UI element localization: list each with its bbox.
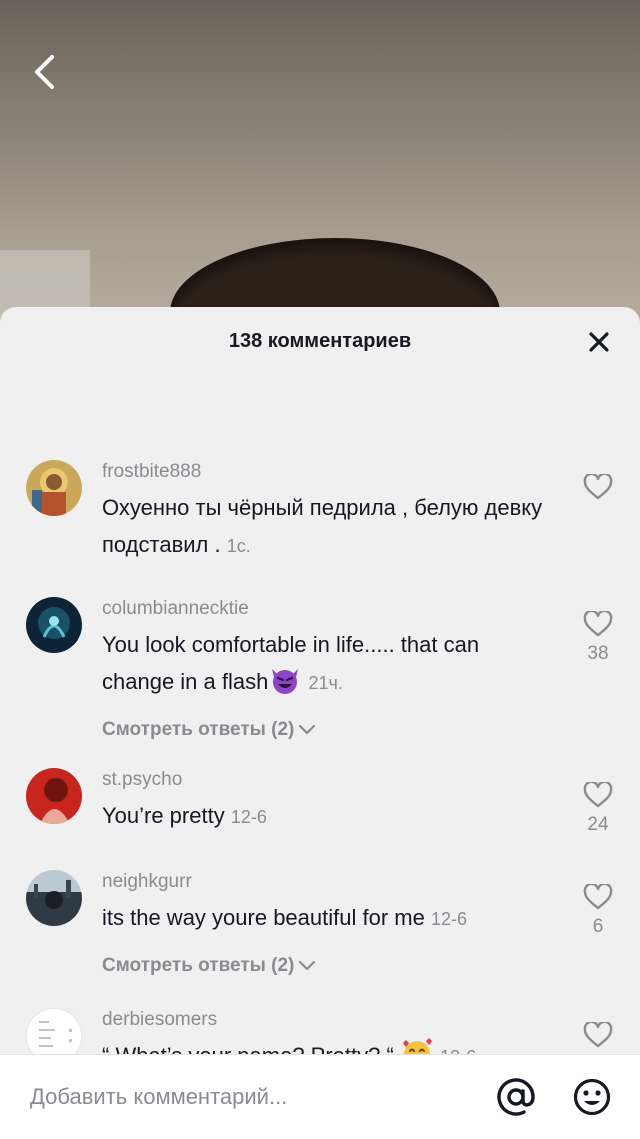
chevron-left-icon (35, 55, 54, 89)
like-count: 24 (587, 814, 609, 835)
view-replies-label: Смотреть ответы (2) (102, 719, 295, 740)
mention-button[interactable] (496, 1077, 536, 1117)
heart-outline-icon (583, 1022, 613, 1048)
heart-outline-icon (583, 611, 613, 637)
at-sign-icon (497, 1078, 535, 1116)
like-button[interactable]: 24 (578, 782, 618, 836)
comment-text: Охуенно ты чёрный педрила , белую девку … (102, 495, 543, 557)
comment-username[interactable]: columbiannecktie (102, 597, 550, 621)
comment-username[interactable]: neighkgurr (102, 870, 550, 894)
like-button[interactable]: 6 (578, 884, 618, 938)
avatar[interactable] (26, 597, 82, 653)
chevron-down-icon (299, 960, 316, 971)
comment-time: 12-6 (230, 807, 267, 827)
comment-item: frostbite888 Охуенно ты чёрный педрила ,… (0, 460, 640, 565)
comment-username[interactable]: st.psycho (102, 768, 550, 792)
heart-outline-icon (583, 474, 613, 500)
comment-body: Охуенно ты чёрный педрила , белую девку … (102, 489, 550, 565)
heart-outline-icon (583, 782, 613, 808)
like-count: 6 (592, 916, 604, 937)
comment-input[interactable] (0, 1067, 496, 1127)
like-count: 38 (587, 643, 609, 664)
avatar[interactable] (26, 870, 82, 926)
view-replies-button[interactable]: Смотреть ответы (2) (102, 719, 316, 741)
comment-body: its the way youre beautiful for me 12-6 (102, 899, 550, 938)
like-button[interactable]: 38 (578, 611, 618, 665)
view-replies-button[interactable]: Смотреть ответы (2) (102, 955, 316, 977)
video-background (0, 0, 640, 330)
comment-time: 12-6 (430, 909, 467, 929)
close-icon (589, 332, 609, 352)
smiling-devil-emoji (268, 665, 302, 706)
chevron-down-icon (299, 724, 316, 735)
comment-username[interactable]: frostbite888 (102, 460, 550, 484)
smiley-icon (573, 1078, 611, 1116)
comment-item: st.psycho You’re pretty 12-6 24 (0, 768, 640, 836)
comment-item: neighkgurr its the way youre beautiful f… (0, 870, 640, 977)
comment-text: You’re pretty (102, 803, 225, 828)
comment-time: 21ч. (308, 673, 343, 693)
heart-outline-icon (583, 884, 613, 910)
like-button[interactable] (578, 474, 618, 506)
comments-header: 138 комментариев (0, 307, 640, 375)
close-button[interactable] (586, 329, 612, 355)
comment-input-bar (0, 1054, 640, 1139)
comment-username[interactable]: derbiesomers (102, 1008, 550, 1032)
comment-body: You look comfortable in life..... that c… (102, 626, 550, 706)
comments-sheet: 138 комментариев frostbite888 Охуенно ты (0, 307, 640, 1139)
emoji-button[interactable] (572, 1077, 612, 1117)
comment-item: columbiannecktie You look comfortable in… (0, 597, 640, 741)
back-button[interactable] (24, 52, 64, 92)
view-replies-label: Смотреть ответы (2) (102, 955, 295, 976)
avatar[interactable] (26, 460, 82, 516)
comments-count-title: 138 комментариев (228, 329, 412, 352)
comment-time: 1с. (226, 536, 251, 556)
avatar[interactable] (26, 768, 82, 824)
comment-text: its the way youre beautiful for me (102, 905, 425, 930)
comment-body: You’re pretty 12-6 (102, 797, 550, 836)
